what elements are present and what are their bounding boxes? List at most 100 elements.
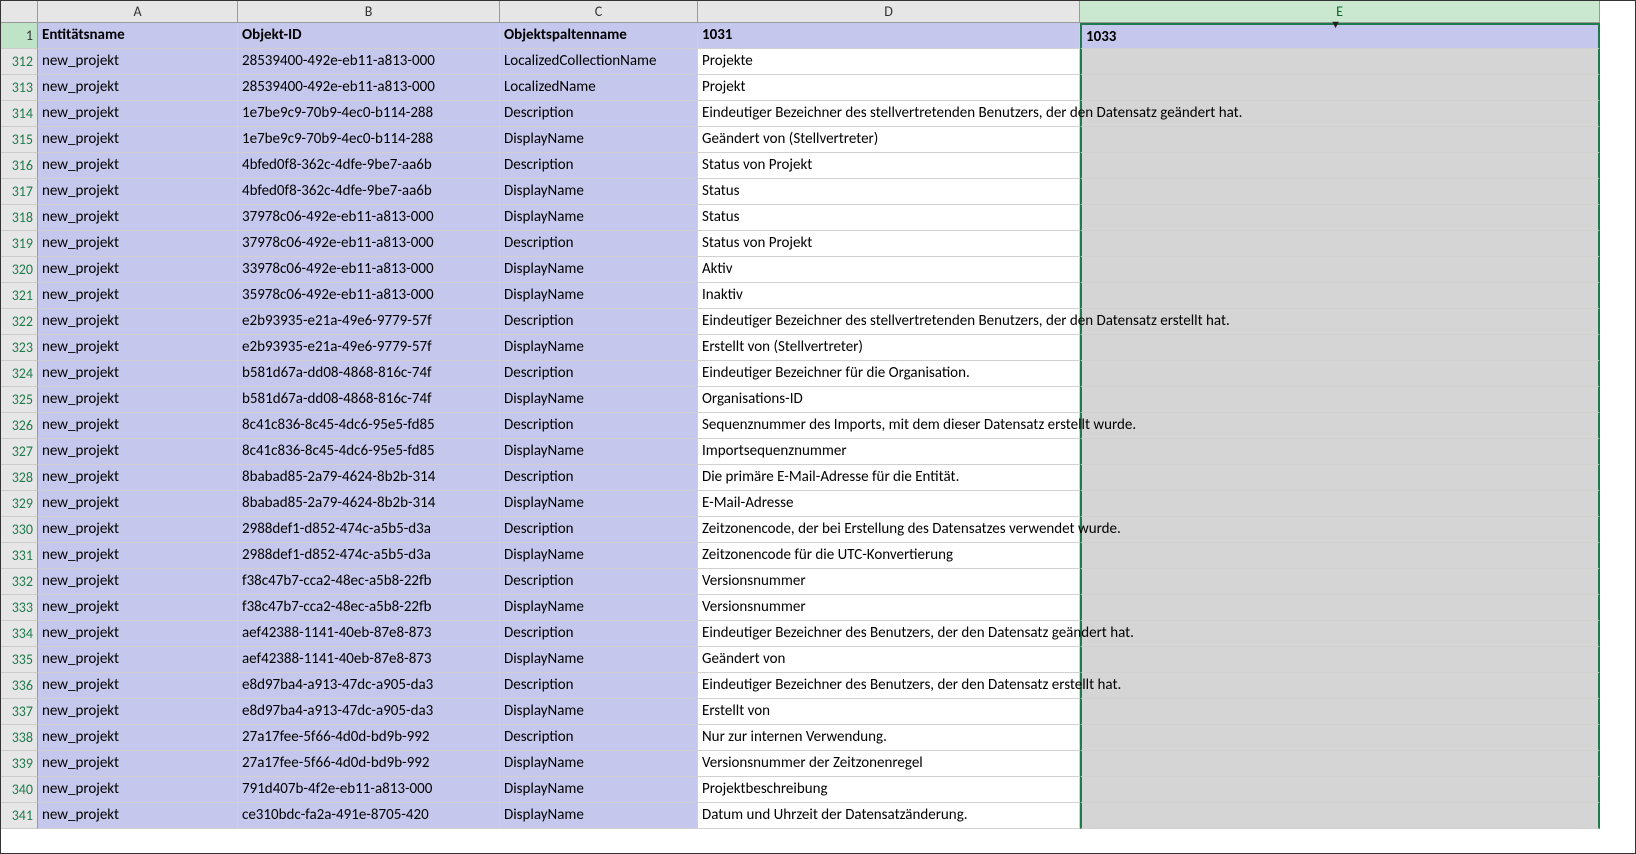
- cell[interactable]: 33978c06-492e-eb11-a813-000: [238, 257, 500, 283]
- cell[interactable]: Importsequenznummer: [698, 439, 1080, 465]
- cell[interactable]: [1080, 283, 1600, 309]
- cell-header-D[interactable]: 1031: [698, 23, 1080, 49]
- cell[interactable]: [1080, 179, 1600, 205]
- cell[interactable]: Status: [698, 205, 1080, 231]
- cell[interactable]: [1080, 75, 1600, 101]
- cell[interactable]: DisplayName: [500, 335, 698, 361]
- cell[interactable]: 28539400-492e-eb11-a813-000: [238, 75, 500, 101]
- cell[interactable]: new_projekt: [38, 465, 238, 491]
- cell[interactable]: DisplayName: [500, 777, 698, 803]
- cell[interactable]: ce310bdc-fa2a-491e-8705-420: [238, 803, 500, 829]
- row-header[interactable]: 331: [1, 543, 38, 569]
- cell[interactable]: 35978c06-492e-eb11-a813-000: [238, 283, 500, 309]
- row-header[interactable]: 329: [1, 491, 38, 517]
- cell[interactable]: new_projekt: [38, 361, 238, 387]
- cell[interactable]: 37978c06-492e-eb11-a813-000: [238, 205, 500, 231]
- cell[interactable]: 8c41c836-8c45-4dc6-95e5-fd85: [238, 439, 500, 465]
- cell[interactable]: LocalizedCollectionName: [500, 49, 698, 75]
- col-header-C[interactable]: C: [500, 1, 698, 23]
- cell[interactable]: new_projekt: [38, 777, 238, 803]
- cell[interactable]: Erstellt von (Stellvertreter): [698, 335, 1080, 361]
- cell[interactable]: new_projekt: [38, 335, 238, 361]
- cell[interactable]: new_projekt: [38, 595, 238, 621]
- row-header[interactable]: 341: [1, 803, 38, 829]
- cell[interactable]: Sequenznummer des Imports, mit dem diese…: [698, 413, 1080, 439]
- cell[interactable]: E-Mail-Adresse: [698, 491, 1080, 517]
- cell[interactable]: new_projekt: [38, 257, 238, 283]
- cell[interactable]: Status: [698, 179, 1080, 205]
- cell[interactable]: Description: [500, 101, 698, 127]
- cell[interactable]: DisplayName: [500, 647, 698, 673]
- row-header[interactable]: 314: [1, 101, 38, 127]
- cell[interactable]: [1080, 517, 1600, 543]
- cell[interactable]: [1080, 543, 1600, 569]
- row-header[interactable]: 322: [1, 309, 38, 335]
- col-header-E[interactable]: ▼E: [1080, 1, 1600, 23]
- cell[interactable]: 2988def1-d852-474c-a5b5-d3a: [238, 517, 500, 543]
- cell[interactable]: 4bfed0f8-362c-4dfe-9be7-aa6b: [238, 179, 500, 205]
- cell[interactable]: f38c47b7-cca2-48ec-a5b8-22fb: [238, 595, 500, 621]
- cell[interactable]: [1080, 725, 1600, 751]
- cell[interactable]: [1080, 205, 1600, 231]
- cell[interactable]: Eindeutiger Bezeichner des stellvertrete…: [698, 309, 1080, 335]
- cell[interactable]: new_projekt: [38, 153, 238, 179]
- cell[interactable]: Zeitzonencode für die UTC-Konvertierung: [698, 543, 1080, 569]
- cell[interactable]: Eindeutiger Bezeichner für die Organisat…: [698, 361, 1080, 387]
- row-header[interactable]: 328: [1, 465, 38, 491]
- row-header[interactable]: 326: [1, 413, 38, 439]
- row-header[interactable]: 1: [1, 23, 38, 49]
- cell[interactable]: Projekte: [698, 49, 1080, 75]
- cell[interactable]: new_projekt: [38, 803, 238, 829]
- cell[interactable]: new_projekt: [38, 621, 238, 647]
- cell[interactable]: DisplayName: [500, 179, 698, 205]
- cell[interactable]: Organisations-ID: [698, 387, 1080, 413]
- cell[interactable]: [1080, 439, 1600, 465]
- cell[interactable]: new_projekt: [38, 231, 238, 257]
- cell[interactable]: b581d67a-dd08-4868-816c-74f: [238, 387, 500, 413]
- cell[interactable]: e2b93935-e21a-49e6-9779-57f: [238, 335, 500, 361]
- cell[interactable]: 1e7be9c9-70b9-4ec0-b114-288: [238, 101, 500, 127]
- cell[interactable]: [1080, 595, 1600, 621]
- cell[interactable]: Nur zur internen Verwendung.: [698, 725, 1080, 751]
- row-header[interactable]: 321: [1, 283, 38, 309]
- cell[interactable]: new_projekt: [38, 283, 238, 309]
- cell[interactable]: [1080, 491, 1600, 517]
- cell[interactable]: new_projekt: [38, 205, 238, 231]
- cell[interactable]: [1080, 803, 1600, 829]
- cell[interactable]: DisplayName: [500, 387, 698, 413]
- cell[interactable]: e2b93935-e21a-49e6-9779-57f: [238, 309, 500, 335]
- cell[interactable]: 8babad85-2a79-4624-8b2b-314: [238, 465, 500, 491]
- row-header[interactable]: 324: [1, 361, 38, 387]
- cell[interactable]: Eindeutiger Bezeichner des stellvertrete…: [698, 101, 1080, 127]
- cell[interactable]: Status von Projekt: [698, 231, 1080, 257]
- col-header-B[interactable]: B: [238, 1, 500, 23]
- cell[interactable]: [1080, 647, 1600, 673]
- cell[interactable]: Description: [500, 309, 698, 335]
- cell[interactable]: Datum und Uhrzeit der Datensatzänderung.: [698, 803, 1080, 829]
- cell[interactable]: Description: [500, 621, 698, 647]
- row-header[interactable]: 335: [1, 647, 38, 673]
- cell[interactable]: 791d407b-4f2e-eb11-a813-000: [238, 777, 500, 803]
- cell[interactable]: 8c41c836-8c45-4dc6-95e5-fd85: [238, 413, 500, 439]
- cell[interactable]: DisplayName: [500, 543, 698, 569]
- row-header[interactable]: 313: [1, 75, 38, 101]
- cell[interactable]: [1080, 699, 1600, 725]
- cell[interactable]: aef42388-1141-40eb-87e8-873: [238, 621, 500, 647]
- cell-header-B[interactable]: Objekt-ID: [238, 23, 500, 49]
- row-header[interactable]: 339: [1, 751, 38, 777]
- cell[interactable]: [1080, 335, 1600, 361]
- cell-header-C[interactable]: Objektspaltenname: [500, 23, 698, 49]
- cell[interactable]: Versionsnummer: [698, 595, 1080, 621]
- cell[interactable]: 2988def1-d852-474c-a5b5-d3a: [238, 543, 500, 569]
- cell[interactable]: new_projekt: [38, 439, 238, 465]
- cell[interactable]: [1080, 673, 1600, 699]
- cell[interactable]: 37978c06-492e-eb11-a813-000: [238, 231, 500, 257]
- row-header[interactable]: 325: [1, 387, 38, 413]
- cell[interactable]: DisplayName: [500, 699, 698, 725]
- row-header[interactable]: 340: [1, 777, 38, 803]
- cell[interactable]: [1080, 231, 1600, 257]
- cell[interactable]: f38c47b7-cca2-48ec-a5b8-22fb: [238, 569, 500, 595]
- cell[interactable]: new_projekt: [38, 101, 238, 127]
- row-header[interactable]: 327: [1, 439, 38, 465]
- select-all-corner[interactable]: [1, 1, 38, 23]
